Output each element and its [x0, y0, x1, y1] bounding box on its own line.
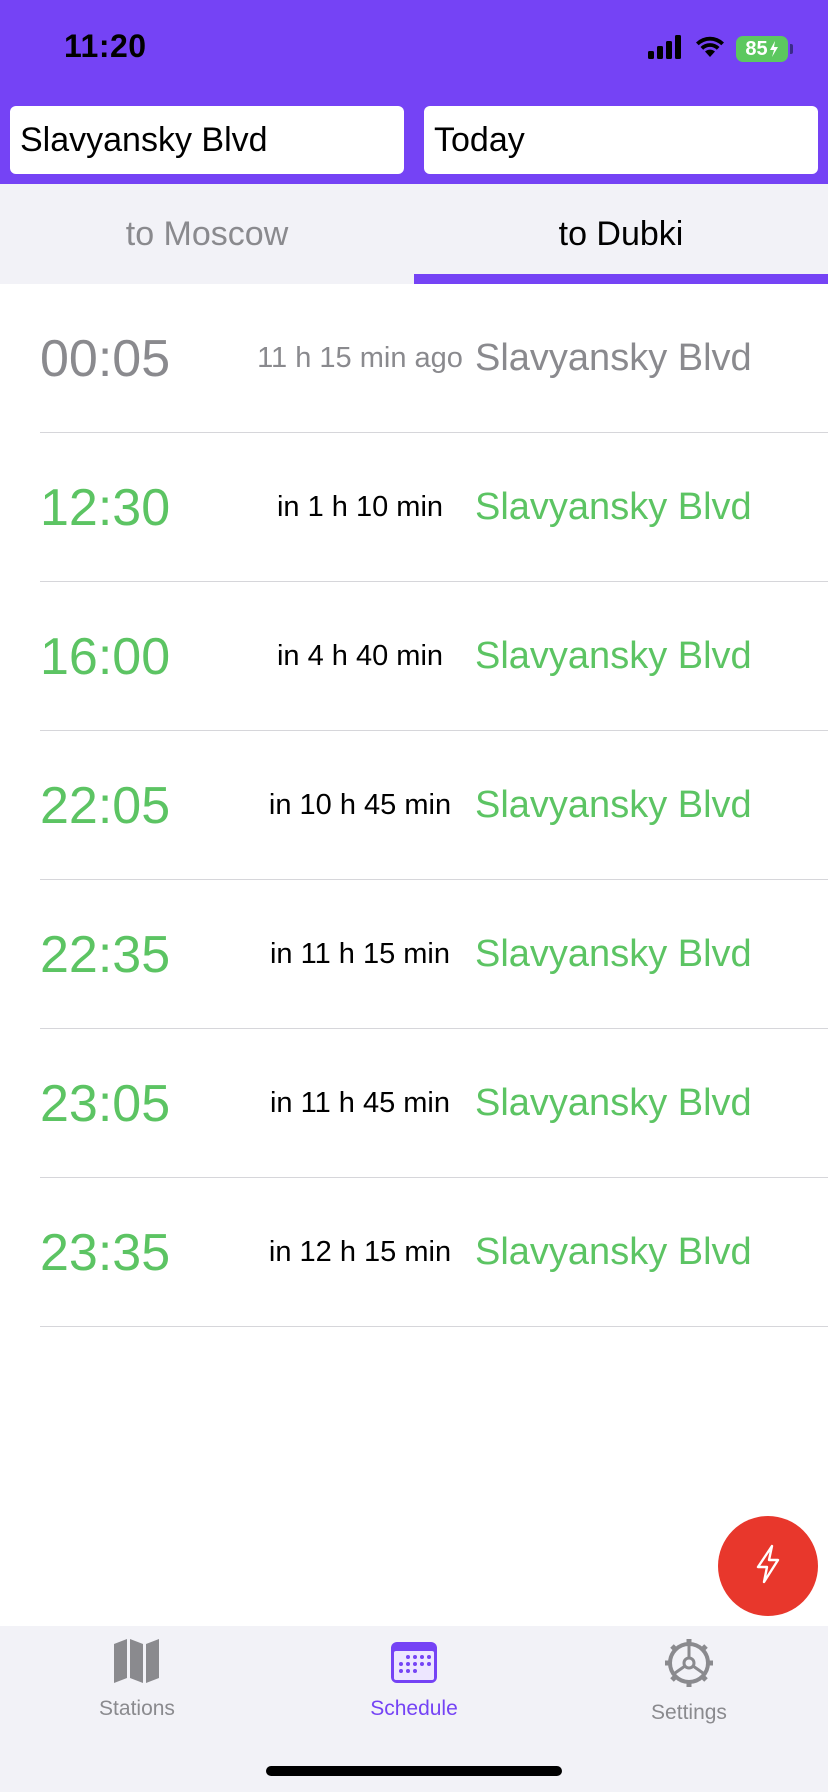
departure-time: 00:05 — [40, 329, 171, 388]
station-name: Slavyansky Blvd — [475, 1231, 752, 1273]
relative-time: 11 h 15 min ago — [257, 342, 463, 374]
departure-time: 23:05 — [40, 1074, 171, 1133]
tabbar-label: Schedule — [370, 1697, 458, 1720]
home-indicator — [266, 1766, 562, 1776]
schedule-row[interactable]: 22:35 in 11 h 15 min Slavyansky Blvd — [40, 880, 828, 1029]
relative-time: in 11 h 45 min — [269, 1087, 451, 1119]
station-selector[interactable]: Slavyansky Blvd — [10, 106, 404, 174]
station-name: Slavyansky Blvd — [475, 337, 752, 379]
calendar-icon — [390, 1638, 438, 1689]
quick-action-button[interactable] — [718, 1516, 818, 1616]
station-name: Slavyansky Blvd — [475, 1082, 752, 1124]
tab-to-dubki[interactable]: to Dubki — [414, 184, 828, 284]
schedule-row[interactable]: 12:30 in 1 h 10 min Slavyansky Blvd — [40, 433, 828, 582]
map-icon — [112, 1638, 162, 1689]
screen: 11:20 85 Slavyansky Blvd Today to Moscow… — [0, 0, 828, 1792]
status-icons: 85 — [648, 34, 793, 64]
tabbar-item-stations[interactable]: Stations — [37, 1638, 237, 1721]
wifi-icon — [694, 35, 726, 64]
relative-time: in 4 h 40 min — [276, 640, 444, 672]
tabbar-item-settings[interactable]: Settings — [589, 1638, 789, 1725]
station-name: Slavyansky Blvd — [475, 933, 752, 975]
schedule-row[interactable]: 22:05 in 10 h 45 min Slavyansky Blvd — [40, 731, 828, 880]
battery-icon: 85 — [736, 36, 793, 62]
relative-time: in 1 h 10 min — [276, 491, 444, 523]
tabbar-label: Settings — [651, 1701, 727, 1724]
departure-time: 22:35 — [40, 925, 171, 984]
date-selector-value: Today — [434, 120, 525, 159]
station-selector-value: Slavyansky Blvd — [20, 120, 268, 159]
departure-time: 16:00 — [40, 627, 171, 686]
station-name: Slavyansky Blvd — [475, 635, 752, 677]
departure-time: 22:05 — [40, 776, 171, 835]
schedule-list: 00:05 11 h 15 min ago Slavyansky Blvd 12… — [0, 284, 828, 1327]
direction-tabs: to Moscow to Dubki — [0, 184, 828, 284]
header: 11:20 85 Slavyansky Blvd Today — [0, 0, 828, 184]
lightning-icon — [753, 1544, 783, 1589]
departure-time: 12:30 — [40, 478, 171, 537]
station-name: Slavyansky Blvd — [475, 784, 752, 826]
relative-time: in 12 h 15 min — [268, 1236, 452, 1268]
date-selector[interactable]: Today — [424, 106, 818, 174]
schedule-row[interactable]: 23:05 in 11 h 45 min Slavyansky Blvd — [40, 1029, 828, 1178]
schedule-row[interactable]: 23:35 in 12 h 15 min Slavyansky Blvd — [40, 1178, 828, 1327]
cellular-signal-icon — [648, 34, 684, 64]
relative-time: in 11 h 15 min — [269, 938, 451, 970]
gear-icon — [664, 1638, 714, 1693]
schedule-row[interactable]: 00:05 11 h 15 min ago Slavyansky Blvd — [40, 284, 828, 433]
schedule-row[interactable]: 16:00 in 4 h 40 min Slavyansky Blvd — [40, 582, 828, 731]
relative-time: in 10 h 45 min — [268, 789, 452, 821]
battery-level: 85 — [745, 37, 768, 60]
tabbar-item-schedule[interactable]: Schedule — [314, 1638, 514, 1721]
tabbar-label: Stations — [99, 1697, 175, 1720]
station-name: Slavyansky Blvd — [475, 486, 752, 528]
status-time: 11:20 — [64, 28, 147, 64]
tab-to-moscow[interactable]: to Moscow — [0, 184, 414, 284]
departure-time: 23:35 — [40, 1223, 171, 1282]
